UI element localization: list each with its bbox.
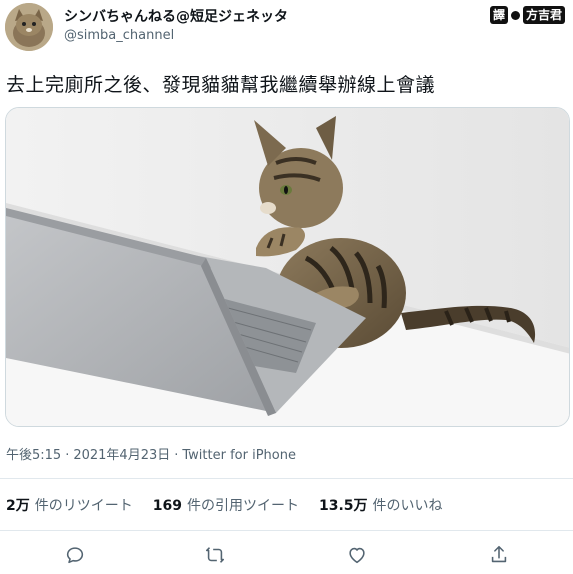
quote-tweets-stat[interactable]: 169 件の引用ツイート bbox=[153, 495, 299, 515]
divider bbox=[0, 478, 573, 479]
share-icon bbox=[491, 545, 507, 563]
separator: · bbox=[65, 448, 70, 463]
like-button[interactable] bbox=[344, 542, 370, 568]
avatar[interactable] bbox=[5, 3, 53, 51]
quote-tweets-label: 件の引用ツイート bbox=[186, 498, 299, 514]
retweets-count: 2万 bbox=[6, 498, 30, 514]
tweet-text: 去上完廁所之後、發現貓貓幫我繼續舉辦線上會議 bbox=[6, 74, 436, 96]
translator-watermark: 譯 方吉君 bbox=[489, 6, 565, 24]
user-handle[interactable]: @simba_channel bbox=[64, 28, 174, 43]
retweets-label: 件のリツイート bbox=[34, 498, 133, 514]
tweet-client[interactable]: Twitter for iPhone bbox=[182, 448, 296, 463]
quote-tweets-count: 169 bbox=[152, 498, 182, 514]
reply-button[interactable] bbox=[62, 542, 88, 568]
heart-icon bbox=[349, 547, 365, 564]
translator-label-left: 譯 bbox=[489, 6, 508, 24]
tweet-date[interactable]: 2021年4月23日 bbox=[73, 448, 170, 463]
likes-count: 13.5万 bbox=[318, 498, 368, 514]
tweet-timestamp: 午後5:15 · 2021年4月23日 · Twitter for iPhone bbox=[6, 444, 296, 463]
retweet-icon bbox=[205, 547, 225, 563]
tweet-time[interactable]: 午後5:15 bbox=[6, 448, 61, 463]
tweet-photo[interactable] bbox=[5, 107, 570, 427]
dot-icon bbox=[510, 10, 520, 20]
separator: · bbox=[174, 448, 179, 463]
engagement-stats: 2万 件のリツイート 169 件の引用ツイート 13.5万 件のいいね bbox=[6, 495, 463, 515]
likes-stat[interactable]: 13.5万 件のいいね bbox=[319, 495, 443, 515]
retweets-stat[interactable]: 2万 件のリツイート bbox=[6, 495, 133, 515]
tweet-header: シンバちゃんねる@短足ジェネッタ @simba_channel 譯 方吉君 bbox=[0, 0, 573, 60]
retweet-button[interactable] bbox=[202, 542, 228, 568]
display-name[interactable]: シンバちゃんねる@短足ジェネッタ bbox=[64, 6, 288, 26]
translator-label-right: 方吉君 bbox=[522, 6, 565, 24]
likes-label: 件のいいね bbox=[372, 498, 443, 514]
share-button[interactable] bbox=[486, 542, 512, 568]
action-bar bbox=[0, 540, 573, 570]
reply-icon bbox=[66, 547, 84, 564]
divider bbox=[0, 530, 573, 531]
